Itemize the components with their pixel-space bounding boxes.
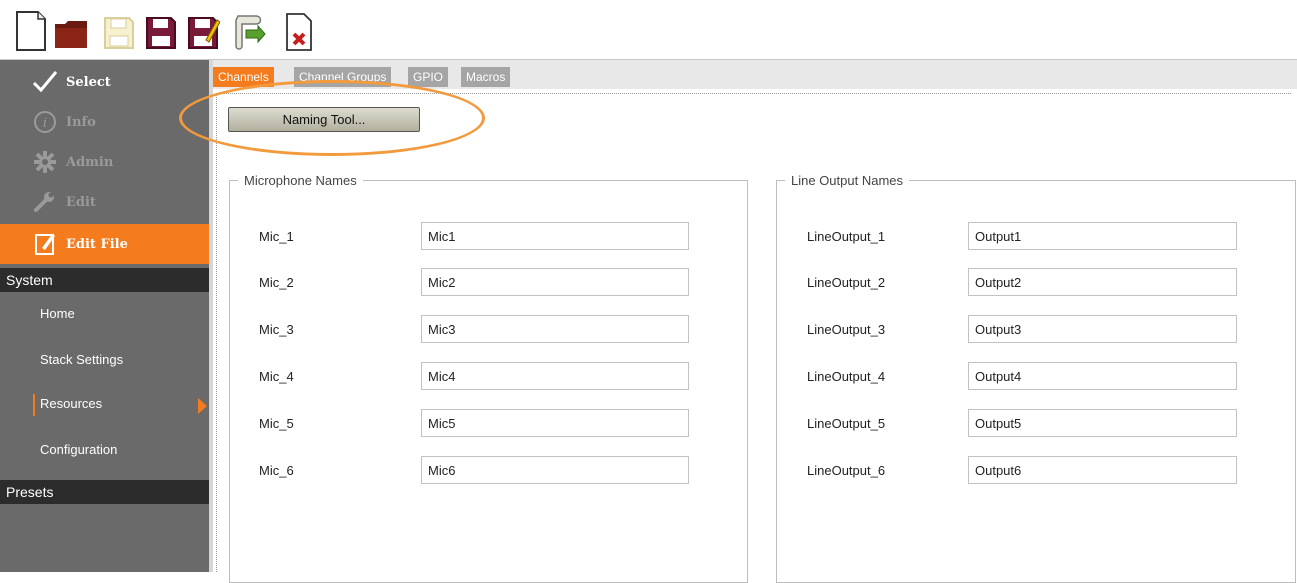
mic-label: Mic_2 [259, 275, 294, 290]
panel-border-left [216, 93, 217, 572]
mic-row: Mic_5 [230, 409, 747, 437]
tab-gpio[interactable]: GPIO [408, 67, 449, 87]
save-icon[interactable] [144, 10, 178, 52]
mode-info-label: Info [66, 114, 96, 130]
line-output-name-input[interactable] [968, 362, 1237, 390]
mic-row: Mic_2 [230, 268, 747, 296]
mic-name-input[interactable] [421, 362, 689, 390]
mode-admin-label: Admin [66, 154, 114, 170]
save-as-icon[interactable] [186, 10, 220, 52]
info-icon: i [32, 109, 58, 135]
sidebar-item-stack-settings[interactable]: Stack Settings [0, 340, 209, 384]
line-output-name-input[interactable] [968, 315, 1237, 343]
arrow-right-icon [198, 398, 207, 414]
line-output-row: LineOutput_5 [777, 409, 1295, 437]
open-folder-icon[interactable] [54, 10, 88, 52]
panel-border-top [216, 93, 1291, 94]
mic-name-input[interactable] [421, 268, 689, 296]
mic-name-input[interactable] [421, 222, 689, 250]
microphone-names-group: Microphone Names Mic_1 Mic_2 Mic_3 Mic_4… [229, 173, 748, 583]
deploy-icon[interactable] [232, 10, 266, 52]
sidebar-item-home[interactable]: Home [0, 294, 209, 338]
mode-edit-file-label: Edit File [66, 236, 128, 252]
line-output-row: LineOutput_6 [777, 456, 1295, 484]
line-output-names-title: Line Output Names [791, 173, 904, 188]
svg-text:i: i [43, 116, 47, 131]
mic-name-input[interactable] [421, 315, 689, 343]
mode-admin[interactable]: Admin [0, 142, 209, 182]
mode-select[interactable]: Select [0, 62, 209, 102]
mode-select-label: Select [66, 74, 111, 90]
save-disabled-icon [102, 10, 136, 52]
line-output-row: LineOutput_1 [777, 222, 1295, 250]
tab-bar: Channels Channel Groups GPIO Macros [213, 60, 1297, 89]
mic-row: Mic_6 [230, 456, 747, 484]
checkmark-icon [32, 69, 58, 95]
mic-label: Mic_3 [259, 322, 294, 337]
mic-label: Mic_1 [259, 229, 294, 244]
microphone-names-title: Microphone Names [244, 173, 357, 188]
presets-header[interactable]: Presets [0, 480, 209, 504]
wrench-icon [32, 189, 58, 215]
mic-name-input[interactable] [421, 456, 689, 484]
line-output-name-input[interactable] [968, 268, 1237, 296]
system-header: System [0, 268, 209, 292]
line-output-label: LineOutput_2 [807, 275, 886, 290]
close-file-icon[interactable] [282, 10, 316, 52]
line-output-name-input[interactable] [968, 222, 1237, 250]
sidebar-item-label: Resources [40, 396, 103, 411]
sidebar-item-label: Stack Settings [40, 352, 124, 367]
sidebar-item-label: Configuration [40, 442, 118, 457]
line-output-row: LineOutput_3 [777, 315, 1295, 343]
line-output-row: LineOutput_2 [777, 268, 1295, 296]
gear-icon [32, 149, 58, 175]
line-output-name-input[interactable] [968, 409, 1237, 437]
mic-label: Mic_5 [259, 416, 294, 431]
tab-channels[interactable]: Channels [213, 67, 274, 87]
mic-row: Mic_1 [230, 222, 747, 250]
line-output-label: LineOutput_4 [807, 369, 886, 384]
naming-tool-button[interactable]: Naming Tool... [228, 107, 420, 132]
toolbar [0, 0, 1297, 60]
tab-macros[interactable]: Macros [461, 67, 511, 87]
mode-info[interactable]: i Info [0, 102, 209, 142]
mic-label: Mic_4 [259, 369, 294, 384]
line-output-row: LineOutput_4 [777, 362, 1295, 390]
new-file-icon[interactable] [14, 10, 48, 52]
tab-channel-groups[interactable]: Channel Groups [294, 67, 392, 87]
mic-label: Mic_6 [259, 463, 294, 478]
sidebar-item-resources[interactable]: Resources [0, 384, 209, 428]
sidebar-item-label: Home [40, 306, 75, 321]
line-output-label: LineOutput_3 [807, 322, 886, 337]
mic-row: Mic_3 [230, 315, 747, 343]
current-marker [33, 394, 35, 416]
line-output-label: LineOutput_1 [807, 229, 886, 244]
sidebar: Select i Info Admin Edit Edit File Syste… [0, 60, 209, 572]
channels-panel: Naming Tool... Microphone Names Mic_1 Mi… [179, 80, 1297, 583]
mode-edit-file[interactable]: Edit File [0, 224, 209, 264]
line-output-name-input[interactable] [968, 456, 1237, 484]
line-output-label: LineOutput_6 [807, 463, 886, 478]
sidebar-item-configuration[interactable]: Configuration [0, 430, 209, 474]
mic-row: Mic_4 [230, 362, 747, 390]
mode-edit-label: Edit [66, 194, 96, 210]
line-output-names-group: Line Output Names LineOutput_1 LineOutpu… [776, 173, 1296, 583]
mic-name-input[interactable] [421, 409, 689, 437]
line-output-label: LineOutput_5 [807, 416, 886, 431]
mode-edit[interactable]: Edit [0, 182, 209, 222]
edit-file-icon [32, 231, 58, 257]
